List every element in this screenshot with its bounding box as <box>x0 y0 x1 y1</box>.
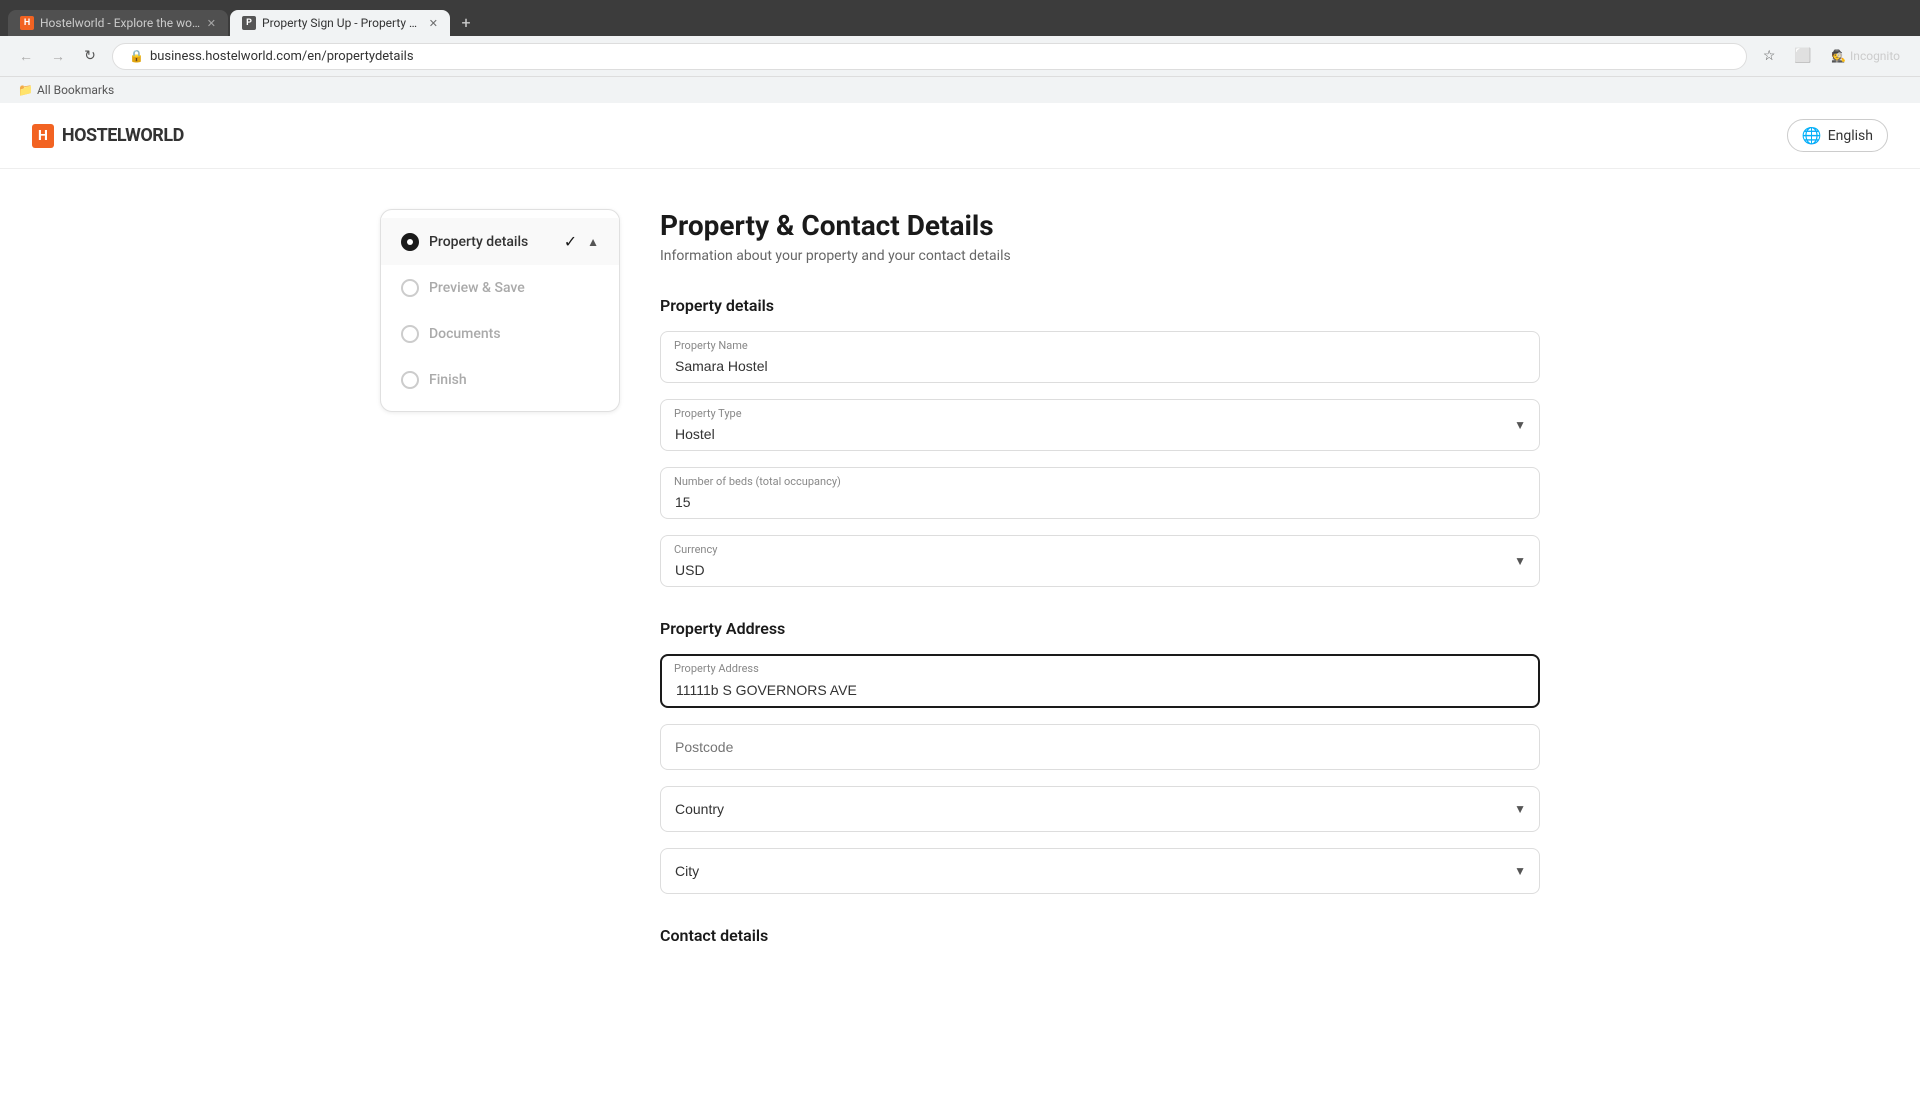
browser-chrome: H Hostelworld - Explore the worl... ✕ P … <box>0 0 1920 103</box>
address-heading: Property Address <box>660 619 1540 638</box>
sidebar-label-finish: Finish <box>429 372 599 388</box>
sidebar-expand-icon: ▲ <box>587 235 599 249</box>
property-name-group: Property Name <box>660 331 1540 383</box>
globe-icon: 🌐 <box>1802 126 1822 145</box>
property-name-input[interactable] <box>660 331 1540 383</box>
main-content: Property details ✓ ▲ Preview & Save Docu… <box>260 169 1660 1001</box>
browser-tab-2[interactable]: P Property Sign Up - Property an... ✕ <box>230 10 450 36</box>
tab-close-1[interactable]: ✕ <box>207 17 216 30</box>
page-title: Property & Contact Details <box>660 209 1540 242</box>
browser-actions: ☆ ⬜ 🕵️ Incognito <box>1755 42 1908 70</box>
beds-input[interactable] <box>660 467 1540 519</box>
tab-favicon-1: H <box>20 16 34 30</box>
url-text: business.hostelworld.com/en/propertydeta… <box>150 49 414 64</box>
sidebar-card: Property details ✓ ▲ Preview & Save Docu… <box>380 209 620 412</box>
new-tab-button[interactable]: + <box>452 8 480 36</box>
sidebar-radio-preview-save <box>401 279 419 297</box>
form-section: Property & Contact Details Information a… <box>660 209 1540 961</box>
logo[interactable]: H HOSTELWORLD <box>32 124 184 148</box>
country-group: Country United States United Kingdom Ger… <box>660 786 1540 832</box>
lang-label: English <box>1828 128 1873 144</box>
address-group: Property Address <box>660 654 1540 708</box>
browser-tabs: H Hostelworld - Explore the worl... ✕ P … <box>0 8 1920 36</box>
sidebar-radio-property-details <box>401 233 419 251</box>
nav-buttons: ← → ↻ <box>12 42 104 70</box>
split-view-button[interactable]: ⬜ <box>1789 42 1817 70</box>
sidebar-label-property-details: Property details <box>429 234 554 250</box>
property-type-select[interactable]: Hostel Hotel Guesthouse Apartment <box>660 399 1540 451</box>
page-wrapper: H HOSTELWORLD 🌐 English Property details… <box>0 103 1920 1093</box>
language-selector[interactable]: 🌐 English <box>1787 119 1888 152</box>
sidebar-item-property-details[interactable]: Property details ✓ ▲ <box>381 218 619 265</box>
tab-title-1: Hostelworld - Explore the worl... <box>40 16 201 30</box>
contact-heading: Contact details <box>660 926 1540 945</box>
address-input[interactable] <box>660 654 1540 708</box>
secure-icon: 🔒 <box>129 49 144 63</box>
bookmarks-folder-icon: 📁 <box>18 83 33 97</box>
bookmarks-bar: 📁 All Bookmarks <box>0 76 1920 103</box>
bookmark-star-button[interactable]: ☆ <box>1755 42 1783 70</box>
incognito-icon: 🕵️ <box>1831 49 1846 63</box>
forward-button[interactable]: → <box>44 42 72 70</box>
browser-tab-1[interactable]: H Hostelworld - Explore the worl... ✕ <box>8 10 228 36</box>
tab-favicon-2: P <box>242 16 256 30</box>
city-group: City ▼ <box>660 848 1540 894</box>
incognito-area: 🕵️ Incognito <box>1823 49 1908 63</box>
incognito-label: Incognito <box>1850 49 1900 63</box>
tab-title-2: Property Sign Up - Property an... <box>262 16 423 30</box>
property-details-heading: Property details <box>660 296 1540 315</box>
tab-close-2[interactable]: ✕ <box>429 17 438 30</box>
reload-button[interactable]: ↻ <box>76 42 104 70</box>
property-type-group: Property Type Hostel Hotel Guesthouse Ap… <box>660 399 1540 451</box>
sidebar-label-documents: Documents <box>429 326 599 342</box>
back-button[interactable]: ← <box>12 42 40 70</box>
bookmarks-label: All Bookmarks <box>37 83 114 97</box>
postcode-input[interactable] <box>660 724 1540 770</box>
sidebar-label-preview-save: Preview & Save <box>429 280 599 296</box>
sidebar-radio-documents <box>401 325 419 343</box>
sidebar-item-preview-save[interactable]: Preview & Save <box>381 265 619 311</box>
address-bar-area: ← → ↻ 🔒 business.hostelworld.com/en/prop… <box>0 36 1920 76</box>
beds-group: Number of beds (total occupancy) <box>660 467 1540 519</box>
page-subtitle: Information about your property and your… <box>660 248 1540 264</box>
logo-text: HOSTELWORLD <box>62 125 184 146</box>
url-bar[interactable]: 🔒 business.hostelworld.com/en/propertyde… <box>112 43 1747 70</box>
sidebar-check-property-details: ✓ <box>564 232 577 251</box>
city-select[interactable]: City <box>660 848 1540 894</box>
sidebar-item-documents[interactable]: Documents <box>381 311 619 357</box>
logo-box: H <box>32 124 54 148</box>
sidebar: Property details ✓ ▲ Preview & Save Docu… <box>380 209 620 961</box>
currency-select[interactable]: USD EUR GBP <box>660 535 1540 587</box>
country-select[interactable]: Country United States United Kingdom Ger… <box>660 786 1540 832</box>
postcode-group <box>660 724 1540 770</box>
site-header: H HOSTELWORLD 🌐 English <box>0 103 1920 169</box>
all-bookmarks[interactable]: 📁 All Bookmarks <box>12 81 120 99</box>
currency-group: Currency USD EUR GBP ▼ <box>660 535 1540 587</box>
sidebar-radio-finish <box>401 371 419 389</box>
sidebar-item-finish[interactable]: Finish <box>381 357 619 403</box>
